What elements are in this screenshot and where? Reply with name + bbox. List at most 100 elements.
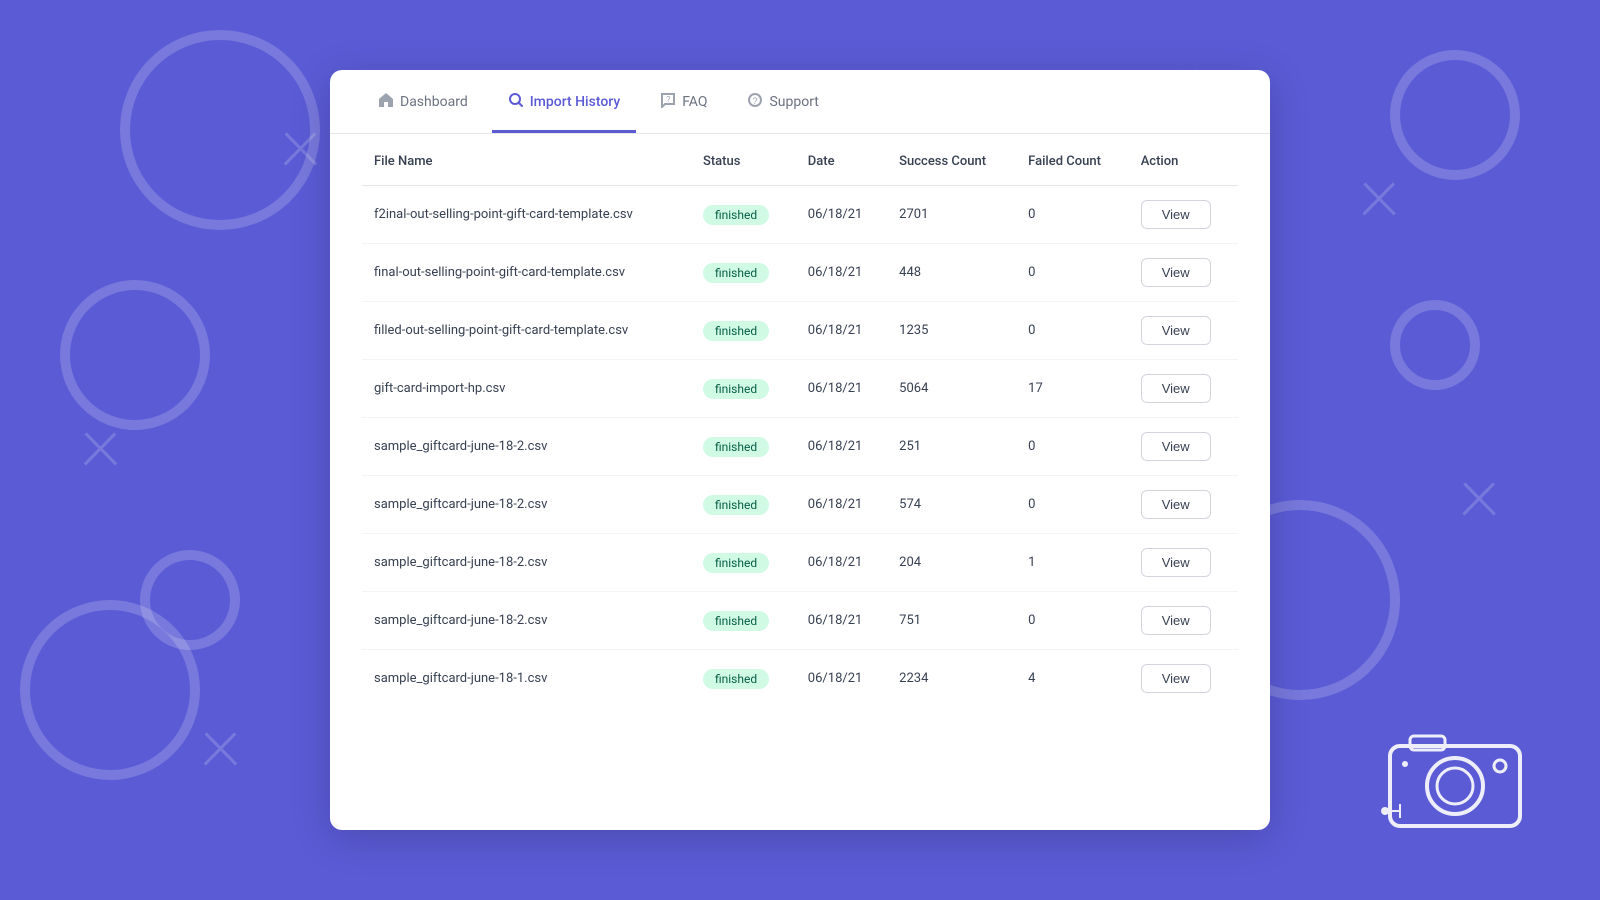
row-4-action: View [1129, 418, 1238, 476]
row-6-view-button[interactable]: View [1141, 548, 1211, 577]
main-card: Dashboard Import History? FAQ? Support File… [330, 70, 1270, 830]
status-badge: finished [703, 263, 769, 283]
dashboard-icon [378, 92, 394, 112]
camera-decoration [1380, 716, 1540, 840]
svg-text:?: ? [753, 96, 758, 106]
row-6-failed-count: 1 [1016, 534, 1129, 592]
table-row: sample_giftcard-june-18-2.csv finished 06/… [362, 592, 1238, 650]
row-7-success-count: 751 [887, 592, 1016, 650]
row-3-file-name: gift-card-import-hp.csv [362, 360, 691, 418]
table-row: final-out-selling-point-gift-card-templa… [362, 244, 1238, 302]
status-badge: finished [703, 669, 769, 689]
status-badge: finished [703, 611, 769, 631]
table-row: f2inal-out-selling-point-gift-card-templ… [362, 186, 1238, 244]
row-2-action: View [1129, 302, 1238, 360]
row-1-failed-count: 0 [1016, 244, 1129, 302]
row-3-date: 06/18/21 [796, 360, 887, 418]
tab-faq-label: FAQ [682, 94, 707, 110]
table-row: sample_giftcard-june-18-1.csv finished 06/… [362, 650, 1238, 708]
table-row: sample_giftcard-june-18-2.csv finished 06/… [362, 418, 1238, 476]
status-badge: finished [703, 437, 769, 457]
row-2-status: finished [691, 302, 796, 360]
row-1-file-name: final-out-selling-point-gift-card-templa… [362, 244, 691, 302]
row-4-success-count: 251 [887, 418, 1016, 476]
row-0-view-button[interactable]: View [1141, 200, 1211, 229]
row-0-date: 06/18/21 [796, 186, 887, 244]
table-row: filled-out-selling-point-gift-card-templ… [362, 302, 1238, 360]
row-6-status: finished [691, 534, 796, 592]
row-5-failed-count: 0 [1016, 476, 1129, 534]
row-6-file-name: sample_giftcard-june-18-2.csv [362, 534, 691, 592]
row-2-date: 06/18/21 [796, 302, 887, 360]
support-icon: ? [747, 92, 763, 112]
status-badge: finished [703, 553, 769, 573]
row-8-failed-count: 4 [1016, 650, 1129, 708]
row-8-view-button[interactable]: View [1141, 664, 1211, 693]
row-0-status: finished [691, 186, 796, 244]
status-badge: finished [703, 321, 769, 341]
tab-import-history[interactable]: Import History [492, 70, 636, 133]
table-row: gift-card-import-hp.csvfinished06/18/215… [362, 360, 1238, 418]
row-3-failed-count: 17 [1016, 360, 1129, 418]
row-6-success-count: 204 [887, 534, 1016, 592]
tab-support-label: Support [769, 94, 818, 110]
row-7-action: View [1129, 592, 1238, 650]
row-7-status: finished [691, 592, 796, 650]
row-8-file-name: sample_giftcard-june-18-1.csv [362, 650, 691, 708]
row-5-status: finished [691, 476, 796, 534]
row-7-file-name: sample_giftcard-june-18-2.csv [362, 592, 691, 650]
row-4-file-name: sample_giftcard-june-18-2.csv [362, 418, 691, 476]
row-5-success-count: 574 [887, 476, 1016, 534]
row-4-status: finished [691, 418, 796, 476]
row-4-failed-count: 0 [1016, 418, 1129, 476]
col-header-file-name: File Name [362, 134, 691, 186]
tab-dashboard[interactable]: Dashboard [362, 70, 484, 133]
row-2-success-count: 1235 [887, 302, 1016, 360]
row-5-date: 06/18/21 [796, 476, 887, 534]
tab-import-history-label: Import History [530, 94, 620, 110]
row-0-success-count: 2701 [887, 186, 1016, 244]
row-5-view-button[interactable]: View [1141, 490, 1211, 519]
row-5-action: View [1129, 476, 1238, 534]
row-7-date: 06/18/21 [796, 592, 887, 650]
row-3-status: finished [691, 360, 796, 418]
row-3-action: View [1129, 360, 1238, 418]
table-container: File NameStatusDateSuccess CountFailed C… [330, 134, 1270, 739]
row-8-status: finished [691, 650, 796, 708]
col-header-date: Date [796, 134, 887, 186]
tab-dashboard-label: Dashboard [400, 94, 468, 110]
row-2-failed-count: 0 [1016, 302, 1129, 360]
row-1-date: 06/18/21 [796, 244, 887, 302]
row-3-view-button[interactable]: View [1141, 374, 1211, 403]
row-1-success-count: 448 [887, 244, 1016, 302]
col-header-failed-count: Failed Count [1016, 134, 1129, 186]
row-8-action: View [1129, 650, 1238, 708]
row-2-view-button[interactable]: View [1141, 316, 1211, 345]
row-1-action: View [1129, 244, 1238, 302]
col-header-status: Status [691, 134, 796, 186]
row-6-action: View [1129, 534, 1238, 592]
status-badge: finished [703, 205, 769, 225]
import-history-icon [508, 92, 524, 112]
col-header-success-count: Success Count [887, 134, 1016, 186]
import-history-table: File NameStatusDateSuccess CountFailed C… [362, 134, 1238, 707]
table-row: sample_giftcard-june-18-2.csvfinished06/… [362, 476, 1238, 534]
row-6-date: 06/18/21 [796, 534, 887, 592]
row-5-file-name: sample_giftcard-june-18-2.csv [362, 476, 691, 534]
tab-support[interactable]: ? Support [731, 70, 834, 133]
tab-faq[interactable]: ? FAQ [644, 70, 723, 133]
status-badge: finished [703, 379, 769, 399]
row-4-view-button[interactable]: View [1141, 432, 1211, 461]
row-1-view-button[interactable]: View [1141, 258, 1211, 287]
row-8-date: 06/18/21 [796, 650, 887, 708]
faq-icon: ? [660, 92, 676, 112]
svg-text:?: ? [666, 95, 671, 104]
row-4-date: 06/18/21 [796, 418, 887, 476]
nav-tabs: Dashboard Import History? FAQ? Support [330, 70, 1270, 134]
row-1-status: finished [691, 244, 796, 302]
row-2-file-name: filled-out-selling-point-gift-card-templ… [362, 302, 691, 360]
row-8-success-count: 2234 [887, 650, 1016, 708]
col-header-action: Action [1129, 134, 1238, 186]
row-0-failed-count: 0 [1016, 186, 1129, 244]
row-7-view-button[interactable]: View [1141, 606, 1211, 635]
